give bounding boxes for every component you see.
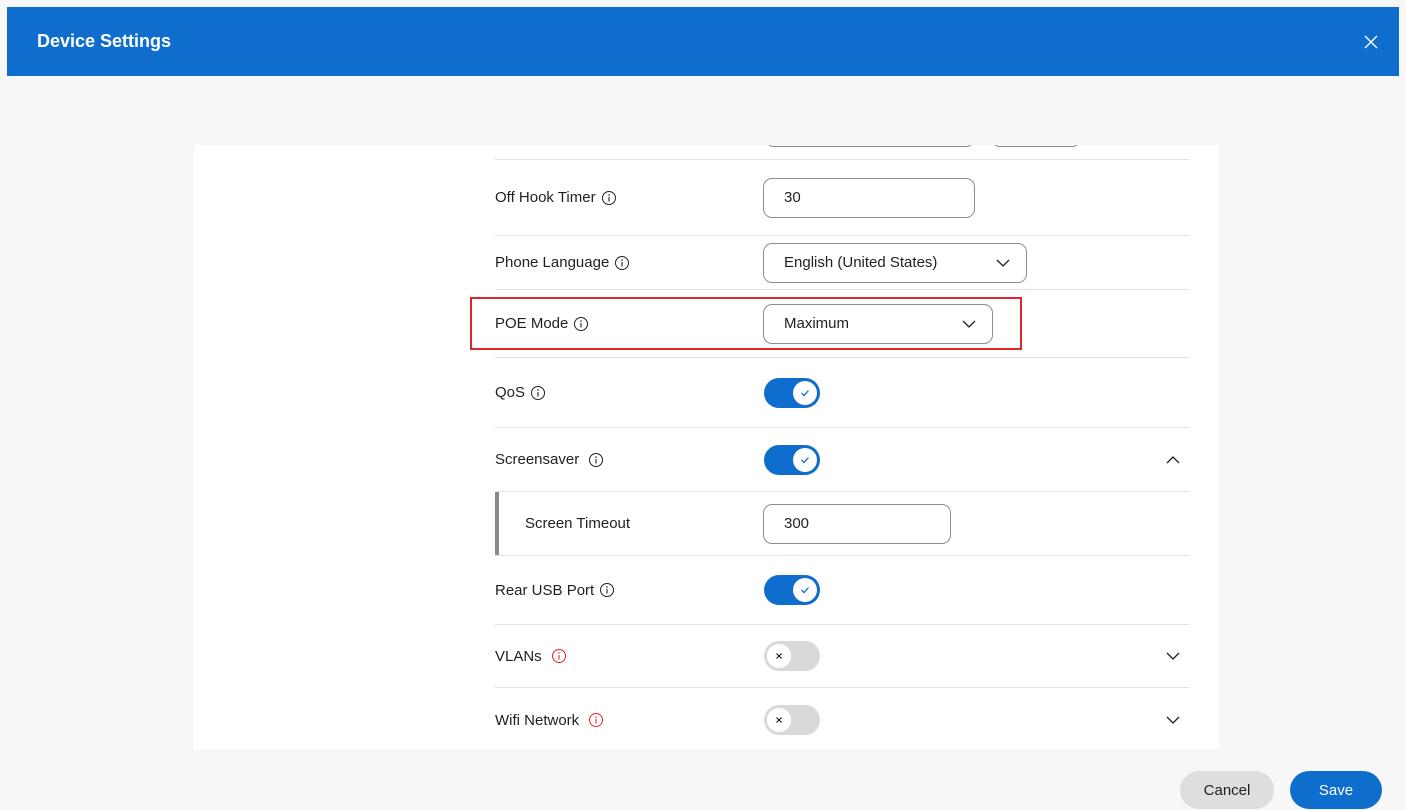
vlans-label: VLANs xyxy=(495,647,542,665)
info-icon[interactable] xyxy=(601,190,617,206)
off-hook-timer-label: Off Hook Timer xyxy=(495,189,596,206)
screen-timeout-input[interactable]: 300 xyxy=(763,503,951,544)
chevron-down-icon xyxy=(996,259,1010,267)
x-icon xyxy=(776,717,782,723)
settings-row-rear-usb-port: Rear USB Port xyxy=(495,556,1189,625)
chevron-up-icon xyxy=(1166,455,1180,463)
expand-button[interactable] xyxy=(1163,710,1183,730)
expand-button[interactable] xyxy=(1163,646,1183,666)
settings-row-screen-timeout: Screen Timeout 300 xyxy=(495,492,1189,556)
phone-language-label: Phone Language xyxy=(495,254,610,271)
warning-info-icon[interactable] xyxy=(551,648,567,664)
settings-row-qos: QoS xyxy=(495,358,1189,428)
dialog-title: Device Settings xyxy=(37,31,172,51)
x-icon xyxy=(776,653,782,659)
settings-row-off-hook-timer: Off Hook Timer 30 xyxy=(495,160,1189,236)
chevron-down-icon xyxy=(1166,652,1180,660)
cancel-button[interactable]: Cancel xyxy=(1180,771,1274,809)
close-icon xyxy=(1364,35,1378,48)
warning-info-icon[interactable] xyxy=(588,712,604,728)
vlans-toggle[interactable] xyxy=(764,641,820,671)
settings-row-screensaver: Screensaver xyxy=(495,428,1189,492)
settings-row-phone-language: Phone Language English (United States) xyxy=(495,236,1189,290)
screen-timeout-label: Screen Timeout xyxy=(525,515,631,532)
check-icon xyxy=(801,587,809,594)
nested-indicator-bar xyxy=(495,492,499,555)
save-button[interactable]: Save xyxy=(1290,771,1382,809)
screensaver-label: Screensaver xyxy=(495,451,580,468)
info-icon[interactable] xyxy=(599,582,615,598)
settings-row-vlans: VLANs xyxy=(495,625,1189,688)
info-icon[interactable] xyxy=(614,255,630,271)
partial-field[interactable] xyxy=(765,145,975,147)
highlight-box xyxy=(470,297,1022,350)
settings-row-partial xyxy=(495,145,1189,160)
close-button[interactable] xyxy=(1357,28,1385,56)
phone-language-select[interactable]: English (United States) xyxy=(763,242,1027,283)
wifi-network-toggle[interactable] xyxy=(764,705,820,735)
dialog-header: Device Settings xyxy=(7,7,1399,76)
wifi-network-label: Wifi Network xyxy=(495,711,580,729)
info-icon[interactable] xyxy=(588,452,604,468)
qos-label: QoS xyxy=(495,384,526,401)
collapse-button[interactable] xyxy=(1163,450,1183,470)
info-icon[interactable] xyxy=(530,385,546,401)
qos-toggle[interactable] xyxy=(764,377,820,408)
rear-usb-port-toggle[interactable] xyxy=(764,575,820,605)
check-icon xyxy=(801,389,809,396)
chevron-down-icon xyxy=(1166,716,1180,724)
partial-field-secondary[interactable] xyxy=(991,145,1081,147)
off-hook-timer-input[interactable]: 30 xyxy=(763,177,975,218)
check-icon xyxy=(801,456,809,463)
screensaver-toggle[interactable] xyxy=(764,444,820,475)
rear-usb-port-label: Rear USB Port xyxy=(495,581,595,599)
settings-row-wifi-network: Wifi Network xyxy=(495,688,1189,749)
settings-panel[interactable]: Off Hook Timer 30 Phone Language English… xyxy=(194,145,1219,749)
